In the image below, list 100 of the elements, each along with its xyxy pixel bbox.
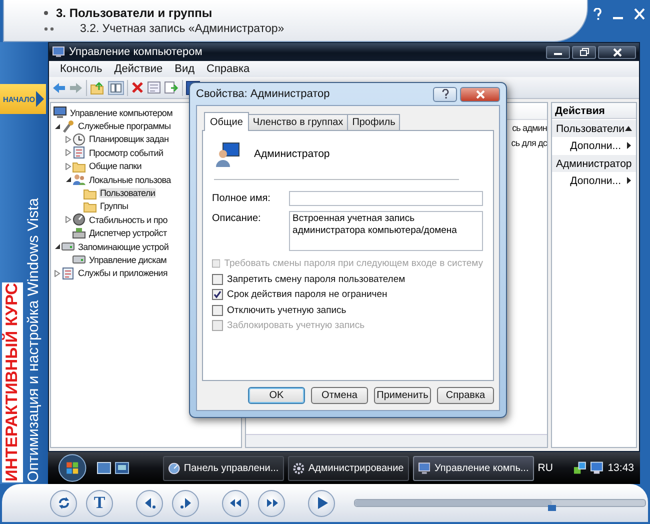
- tree-item[interactable]: Служебные программы: [77, 121, 172, 132]
- checkbox[interactable]: [212, 274, 223, 285]
- chapter-title: 3. Пользователи и группы: [56, 6, 212, 20]
- checkbox-label[interactable]: Запретить смену пароля пользователем: [227, 274, 406, 285]
- fast-forward-button[interactable]: [258, 490, 285, 516]
- close-icon: [612, 48, 622, 56]
- menu-item[interactable]: Консоль: [55, 63, 108, 75]
- tree-item[interactable]: Диспетчер устройст: [88, 228, 168, 238]
- device-icon: [72, 226, 86, 240]
- action-group[interactable]: Пользователи: [552, 120, 636, 137]
- action-group[interactable]: Администратор: [552, 155, 636, 172]
- dialog-title: Свойства: Администратор: [196, 88, 331, 100]
- dialog-button[interactable]: Справка: [437, 387, 494, 404]
- tree-item[interactable]: Просмотр событий: [88, 148, 164, 158]
- tree-item[interactable]: Стабильность и про: [88, 214, 168, 225]
- field-label: Полное имя:: [212, 192, 272, 204]
- tree-item[interactable]: Общие папки: [88, 161, 143, 172]
- tree-item[interactable]: Локальные пользова: [88, 174, 172, 185]
- slider-thumb[interactable]: [548, 505, 556, 511]
- dialog-button[interactable]: Отмена: [311, 387, 368, 404]
- expanded-arrow-icon[interactable]: [54, 122, 60, 130]
- delete-icon[interactable]: [131, 81, 144, 94]
- start-orb-icon[interactable]: [58, 453, 87, 483]
- section-title: 3.2. Учетная запись «Администратор»: [80, 23, 284, 35]
- tree-item[interactable]: Управление дискам: [88, 254, 168, 265]
- play-button[interactable]: [308, 490, 335, 516]
- gauge-icon: [168, 462, 180, 474]
- back-arrow-icon[interactable]: [52, 82, 66, 94]
- checkbox-label[interactable]: Срок действия пароля не ограничен: [227, 289, 388, 300]
- horizontal-scrollbar[interactable]: [246, 434, 547, 447]
- bullet-icon: [44, 11, 48, 15]
- tab[interactable]: Профиль: [347, 114, 400, 130]
- user-computer-icon: [216, 141, 240, 167]
- menu-item[interactable]: Справка: [202, 63, 255, 75]
- full-name-field[interactable]: [288, 191, 483, 206]
- window-title: Управление компьютером: [69, 46, 204, 58]
- close-icon[interactable]: [634, 8, 645, 20]
- expanded-arrow-icon[interactable]: [54, 243, 60, 250]
- computer-tray-icon[interactable]: [590, 461, 604, 475]
- show-desktop-icon[interactable]: [96, 462, 111, 474]
- back-button[interactable]: [136, 490, 163, 516]
- checkbox-label: Требовать смены пароля при следующем входе в систему: [224, 258, 483, 270]
- tree-item[interactable]: Группы: [99, 201, 130, 212]
- collapsed-arrow-icon[interactable]: [64, 149, 72, 156]
- restore-icon: [580, 48, 588, 56]
- window-switch-icon[interactable]: [114, 462, 129, 474]
- submenu-arrow-icon[interactable]: [627, 177, 631, 184]
- wrench-icon: [61, 120, 75, 133]
- expanded-arrow-icon[interactable]: [64, 176, 72, 184]
- close-button[interactable]: [598, 46, 636, 58]
- dialog-button[interactable]: OK: [248, 387, 305, 404]
- menu-item[interactable]: Действие: [109, 63, 168, 75]
- description-field[interactable]: Встроенная учетная запись администратора компьютера/домена: [288, 211, 483, 251]
- checkbox-label: Заблокировать учетную запись: [227, 320, 365, 332]
- dialog-button[interactable]: Применить: [374, 387, 431, 404]
- action-item[interactable]: Дополни...: [570, 174, 621, 186]
- submenu-arrow-icon[interactable]: [627, 142, 631, 149]
- refresh-icon: [56, 496, 70, 510]
- taskbar-button[interactable]: Панель управлени...: [162, 456, 284, 480]
- checkbox-label[interactable]: Отключить учетную запись: [227, 304, 346, 316]
- network-icon[interactable]: [572, 461, 586, 475]
- text-button[interactable]: T: [86, 490, 113, 516]
- refresh-button[interactable]: [50, 490, 77, 516]
- field-label: Описание:: [212, 212, 262, 224]
- tree-item[interactable]: Управление компьютером: [69, 108, 174, 118]
- minimize-button[interactable]: [546, 46, 570, 58]
- collapsed-arrow-icon[interactable]: [64, 216, 72, 224]
- tree-item[interactable]: Запоминающие устрой: [77, 242, 170, 252]
- collapsed-arrow-icon[interactable]: [54, 270, 60, 277]
- properties-icon[interactable]: [147, 81, 161, 94]
- help-button[interactable]: [433, 86, 457, 102]
- tree-item[interactable]: Пользователи: [99, 188, 156, 198]
- monitor-icon: [418, 462, 430, 474]
- checkbox[interactable]: [212, 304, 223, 316]
- taskbar-button[interactable]: Управление компь...: [412, 456, 534, 480]
- actions-title: Действия: [552, 103, 636, 119]
- export-icon[interactable]: [164, 81, 179, 94]
- back-icon: [142, 496, 156, 510]
- restore-button[interactable]: [572, 46, 596, 58]
- folder-up-icon[interactable]: [90, 80, 105, 94]
- arrow-icon: [36, 91, 44, 107]
- collapse-arrow-icon[interactable]: [625, 126, 632, 131]
- tree-toggle-icon[interactable]: [108, 80, 124, 94]
- language-indicator[interactable]: RU: [538, 462, 553, 474]
- forward-icon: [178, 496, 192, 510]
- collapsed-arrow-icon[interactable]: [64, 162, 72, 170]
- tab[interactable]: Общие: [204, 112, 249, 131]
- menu-item[interactable]: Вид: [170, 63, 200, 75]
- course-title: ИНТЕРАКТИВНЫЙ КУРС: [2, 282, 23, 482]
- taskbar-button[interactable]: Администрирование: [288, 456, 409, 480]
- forward-button[interactable]: [172, 490, 199, 516]
- list-cell: сь админ: [512, 123, 547, 133]
- tab[interactable]: Членство в группах: [248, 114, 348, 130]
- collapsed-arrow-icon[interactable]: [64, 136, 72, 143]
- tree-item[interactable]: Службы и приложения: [77, 268, 168, 278]
- rewind-button[interactable]: [222, 490, 249, 516]
- checkbox[interactable]: [212, 289, 223, 300]
- action-item[interactable]: Дополни...: [570, 140, 621, 152]
- clock: 13:43: [608, 462, 634, 474]
- tree-item[interactable]: Планировщик задан: [88, 134, 170, 144]
